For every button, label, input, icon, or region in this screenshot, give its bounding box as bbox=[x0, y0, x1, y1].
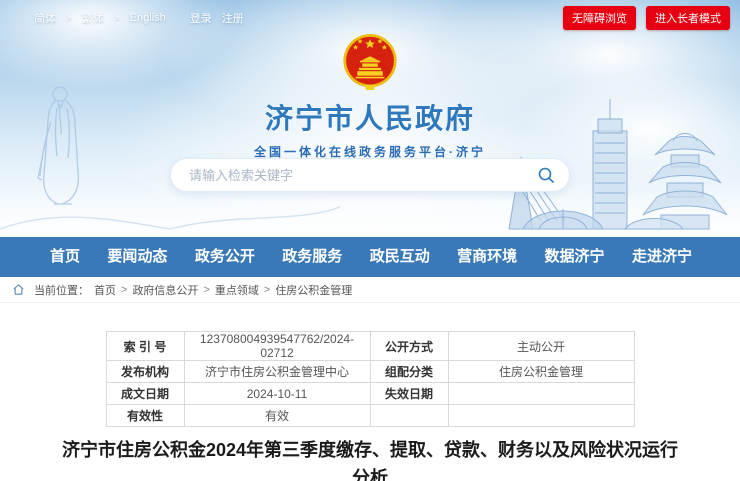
meta-label-validity: 有效性 bbox=[106, 405, 184, 427]
elder-mode-button[interactable]: 进入长者模式 bbox=[646, 6, 730, 30]
meta-value-category: 住房公积金管理 bbox=[448, 361, 634, 383]
site-brand: 济宁市人民政府 全国一体化在线政务服务平台·济宁 bbox=[0, 33, 740, 160]
nav-item-about[interactable]: 走进济宁 bbox=[632, 237, 692, 277]
accessibility-button[interactable]: 无障碍浏览 bbox=[563, 6, 636, 30]
table-row: 发布机构 济宁市住房公积金管理中心 组配分类 住房公积金管理 bbox=[106, 361, 634, 383]
meta-label-expiry: 失效日期 bbox=[370, 383, 448, 405]
breadcrumb-separator: > bbox=[203, 284, 209, 296]
site-title: 济宁市人民政府 bbox=[265, 97, 475, 137]
meta-label-empty bbox=[370, 405, 448, 427]
table-row: 成文日期 2024-10-11 失效日期 bbox=[106, 383, 634, 405]
search-icon[interactable] bbox=[531, 166, 569, 184]
separator: > bbox=[114, 13, 120, 24]
meta-value-empty bbox=[448, 405, 634, 427]
nav-item-gov-services[interactable]: 政务服务 bbox=[282, 237, 342, 277]
breadcrumb-housing-fund[interactable]: 住房公积金管理 bbox=[275, 282, 352, 298]
document-meta-table: 索 引 号 123708004939547762/2024-02712 公开方式… bbox=[106, 331, 635, 427]
lang-simplified-link[interactable]: 简体 bbox=[34, 10, 56, 26]
nav-item-data[interactable]: 数据济宁 bbox=[545, 237, 605, 277]
meta-value-index: 123708004939547762/2024-02712 bbox=[184, 332, 370, 361]
register-link[interactable]: 注册 bbox=[222, 10, 244, 26]
nav-item-news[interactable]: 要闻动态 bbox=[107, 237, 167, 277]
home-icon bbox=[12, 283, 25, 296]
breadcrumb-separator: > bbox=[264, 284, 270, 296]
breadcrumb-separator: > bbox=[121, 284, 127, 296]
page: 简体 > 繁体 > English 登录 注册 无障碍浏览 进入长者模式 bbox=[0, 0, 740, 481]
meta-value-date: 2024-10-11 bbox=[184, 383, 370, 405]
nav-item-business-env[interactable]: 营商环境 bbox=[457, 237, 517, 277]
national-emblem-icon bbox=[342, 33, 398, 95]
content-area: 索 引 号 123708004939547762/2024-02712 公开方式… bbox=[0, 331, 740, 481]
nav-item-home[interactable]: 首页 bbox=[50, 237, 80, 277]
breadcrumb: 当前位置： 首页 > 政府信息公开 > 重点领域 > 住房公积金管理 bbox=[0, 277, 740, 303]
meta-value-publisher: 济宁市住房公积金管理中心 bbox=[184, 361, 370, 383]
nav-item-interaction[interactable]: 政民互动 bbox=[370, 237, 430, 277]
meta-label-publisher: 发布机构 bbox=[106, 361, 184, 383]
meta-value-validity: 有效 bbox=[184, 405, 370, 427]
search-input[interactable] bbox=[171, 168, 531, 183]
meta-label-category: 组配分类 bbox=[370, 361, 448, 383]
meta-label-date: 成文日期 bbox=[106, 383, 184, 405]
table-row: 有效性 有效 bbox=[106, 405, 634, 427]
top-action-buttons: 无障碍浏览 进入长者模式 bbox=[563, 6, 730, 30]
top-utility-bar: 简体 > 繁体 > English 登录 注册 无障碍浏览 进入长者模式 bbox=[0, 7, 740, 29]
site-header: 简体 > 繁体 > English 登录 注册 无障碍浏览 进入长者模式 bbox=[0, 0, 740, 237]
meta-value-expiry bbox=[448, 383, 634, 405]
lang-traditional-link[interactable]: 繁体 bbox=[82, 10, 104, 26]
breadcrumb-home[interactable]: 首页 bbox=[94, 282, 116, 298]
language-links: 简体 > 繁体 > English 登录 注册 bbox=[34, 10, 244, 26]
meta-value-disclosure-method: 主动公开 bbox=[448, 332, 634, 361]
meta-label-index: 索 引 号 bbox=[106, 332, 184, 361]
login-link[interactable]: 登录 bbox=[190, 10, 212, 26]
table-row: 索 引 号 123708004939547762/2024-02712 公开方式… bbox=[106, 332, 634, 361]
breadcrumb-gov-info[interactable]: 政府信息公开 bbox=[132, 282, 198, 298]
main-navigation: 首页 要闻动态 政务公开 政务服务 政民互动 营商环境 数据济宁 走进济宁 bbox=[0, 237, 740, 277]
breadcrumb-prefix: 当前位置： bbox=[34, 282, 89, 298]
lang-english-link[interactable]: English bbox=[130, 12, 166, 24]
search-bar bbox=[170, 158, 570, 192]
breadcrumb-key-areas[interactable]: 重点领域 bbox=[215, 282, 259, 298]
meta-label-disclosure-method: 公开方式 bbox=[370, 332, 448, 361]
separator: > bbox=[66, 13, 72, 24]
article-title: 济宁市住房公积金2024年第三季度缴存、提取、贷款、财务以及风险状况运行分析 bbox=[60, 437, 680, 481]
nav-item-gov-disclosure[interactable]: 政务公开 bbox=[195, 237, 255, 277]
